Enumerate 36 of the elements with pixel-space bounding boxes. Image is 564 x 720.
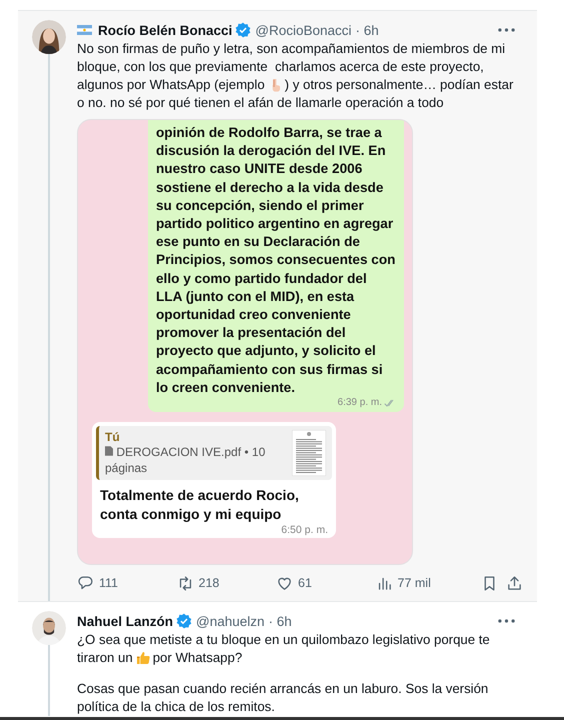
tweet-text: Cosas que pasan cuando recién arrancás en un laburo. Sos la versión <box>77 680 488 698</box>
retweet-count: 218 <box>198 576 220 590</box>
double-check-icon <box>384 399 396 408</box>
author-name[interactable]: Rocío Belén Bonacci <box>98 22 232 38</box>
more-icon[interactable] <box>498 28 515 32</box>
tweet-text: tiraron un <box>77 649 133 667</box>
reply-count: 111 <box>99 576 118 590</box>
avatar <box>32 611 66 645</box>
tweet-time[interactable]: · 6h <box>356 22 379 38</box>
thumbs-up-icon <box>134 650 151 666</box>
author-name[interactable]: Nahuel Lanzón <box>77 614 174 628</box>
avatar <box>32 20 66 54</box>
like-count: 61 <box>298 576 312 590</box>
tweet-text: por Whatsapp? <box>152 649 242 667</box>
document-icon <box>105 446 113 456</box>
author-handle[interactable]: @RocioBonacci <box>255 22 352 38</box>
more-icon[interactable] <box>498 619 515 623</box>
tweet-text: algunos por WhatsApp (ejemplo <box>77 76 265 94</box>
tweet-text: o no. no sé por qué tienen el afán de llamarle operación a todo <box>77 94 444 112</box>
tweet-text: No son firmas de puño y letra, son acompañamientos de miembros de mi <box>77 40 506 58</box>
document-thumbnail-icon <box>292 430 326 476</box>
share-icon[interactable] <box>506 574 523 592</box>
tweet-text: política de la chica de los remitos. <box>77 698 275 716</box>
reply-icon[interactable] <box>77 574 94 592</box>
quote-author: Tú <box>105 430 121 444</box>
quote-file-name: DEROGACION IVE.pdf • 10 páginas <box>105 444 266 476</box>
tweet-time[interactable]: · 6h <box>268 614 292 628</box>
tweet-text: ) y otros personalmente… podían estar <box>284 76 514 94</box>
tweet-text: ¿O sea que metiste a tu bloque en un quilombazo legislativo porque te <box>77 631 490 649</box>
views-count: 77 mil <box>398 576 431 590</box>
author-handle[interactable]: @nahuelzn <box>196 614 265 628</box>
message-text: opinión de Rodolfo Barra, se trae a discusión la derogación del IVE. En nuestro caso UNITE desde 2006 sostiene el derecho a la vida desde su concepción, siendo el primer partido politico argentino en agregar ese punto en su Declaración de Principios, somos consecuentes con ello y como partido fundador del LLA (junto con el MID), en esta oportunidad creo conveniente promover la presentación del proyecto que adjunto, y solicito el acompañamiento con sus firmas si lo creen conveniente. <box>156 124 396 397</box>
message-time: 6:50 p. m. <box>280 524 329 536</box>
message-text: Totalmente de acuerdo Rocio, conta conmigo y mi equipo <box>99 486 300 524</box>
message-time: 6:39 p. m. <box>338 396 382 410</box>
tweet-text: bloque, con los que previamente charlamos acerca de este proyecto, <box>77 58 484 76</box>
